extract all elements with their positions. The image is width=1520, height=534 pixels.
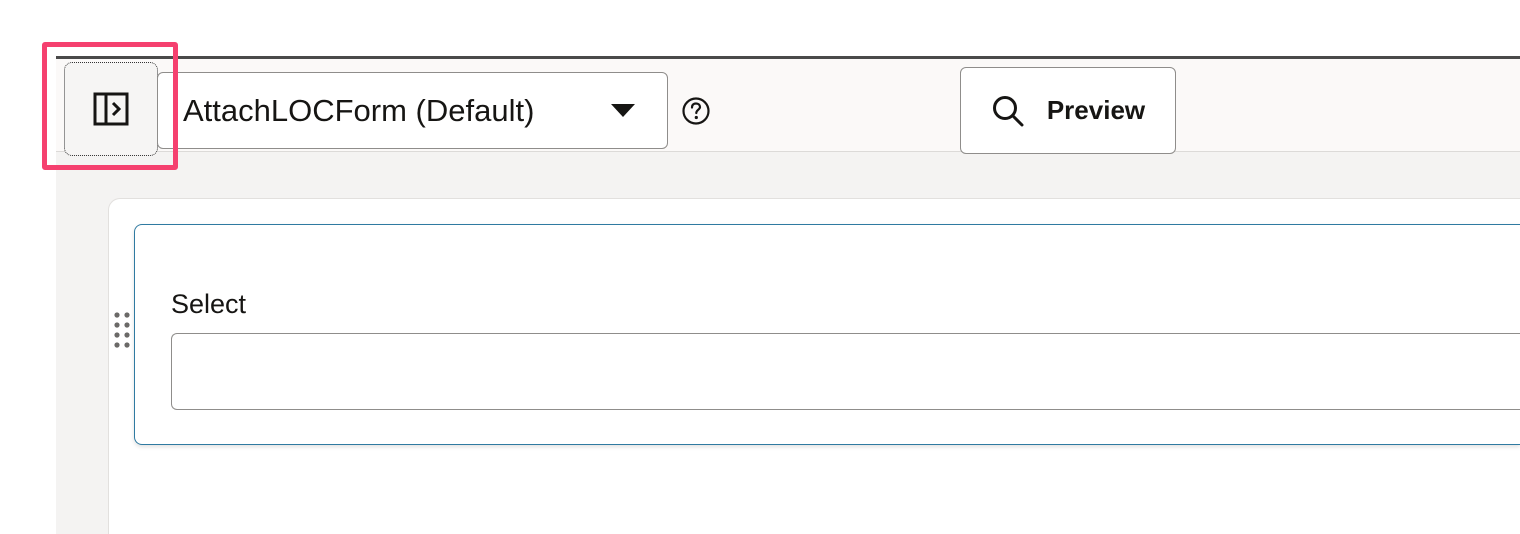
select-field-card[interactable]: Select	[134, 224, 1520, 445]
select-field-input[interactable]	[171, 333, 1520, 410]
select-field-label: Select	[171, 289, 247, 319]
preview-button-label: Preview	[1046, 95, 1146, 125]
preview-button[interactable]: Preview	[960, 67, 1176, 154]
drag-handle-icon[interactable]	[112, 311, 132, 351]
caret-down-icon	[611, 104, 635, 117]
search-icon	[992, 95, 1024, 126]
editor-toolbar: AttachLOCForm (Default) Preview	[56, 56, 1520, 156]
toggle-panel-button[interactable]	[64, 62, 158, 156]
question-circle-icon[interactable]	[681, 96, 711, 126]
layout-dropdown[interactable]: AttachLOCForm (Default)	[157, 72, 668, 149]
sidebar-expand-icon	[93, 92, 129, 126]
layout-dropdown-value: AttachLOCForm (Default)	[183, 92, 535, 128]
